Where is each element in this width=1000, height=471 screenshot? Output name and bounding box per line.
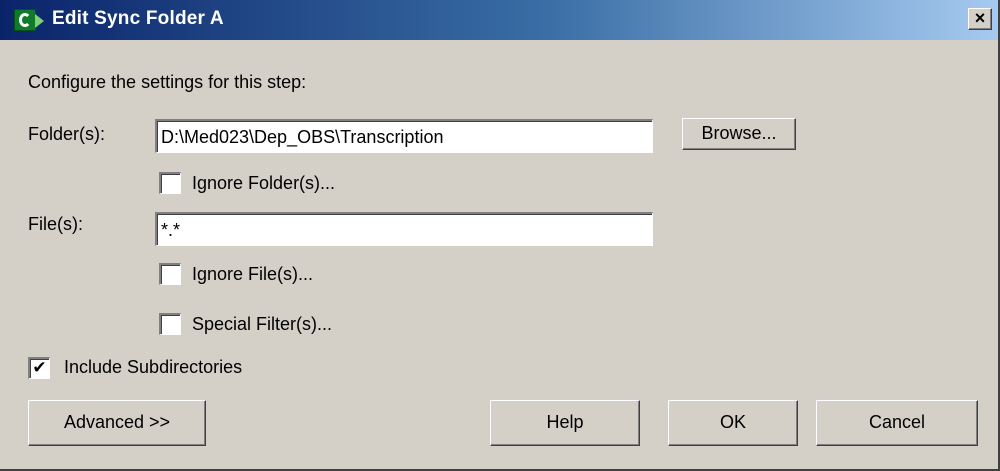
ok-button[interactable]: OK [668,400,798,446]
checkmark-icon: ✔ [32,358,47,377]
include-subdirectories-checkbox[interactable]: ✔ [28,357,50,379]
browse-button[interactable]: Browse... [682,118,796,150]
files-input[interactable]: *.* [155,212,653,246]
special-filters-checkbox[interactable] [159,313,181,335]
advanced-button[interactable]: Advanced >> [28,400,206,446]
sync-app-icon [14,9,44,31]
cancel-button[interactable]: Cancel [816,400,978,446]
edit-sync-folder-dialog: Edit Sync Folder A × Configure the setti… [0,0,1000,471]
close-icon: × [974,8,986,28]
help-button[interactable]: Help [490,400,640,446]
folders-label: Folder(s): [28,124,106,144]
files-label: File(s): [28,214,83,234]
window-title: Edit Sync Folder A [52,8,224,29]
folders-input[interactable]: D:\Med023\Dep_OBS\Transcription [155,119,653,153]
title-bar[interactable]: Edit Sync Folder A × [0,0,998,40]
close-button[interactable]: × [968,8,992,30]
ignore-files-label[interactable]: Ignore File(s)... [192,264,313,285]
ignore-files-checkbox[interactable] [159,263,181,285]
include-subdirectories-label[interactable]: Include Subdirectories [64,357,242,378]
intro-text: Configure the settings for this step: [28,72,307,92]
ignore-folders-label[interactable]: Ignore Folder(s)... [192,173,335,194]
ignore-folders-checkbox[interactable] [159,172,181,194]
special-filters-label[interactable]: Special Filter(s)... [192,314,332,335]
